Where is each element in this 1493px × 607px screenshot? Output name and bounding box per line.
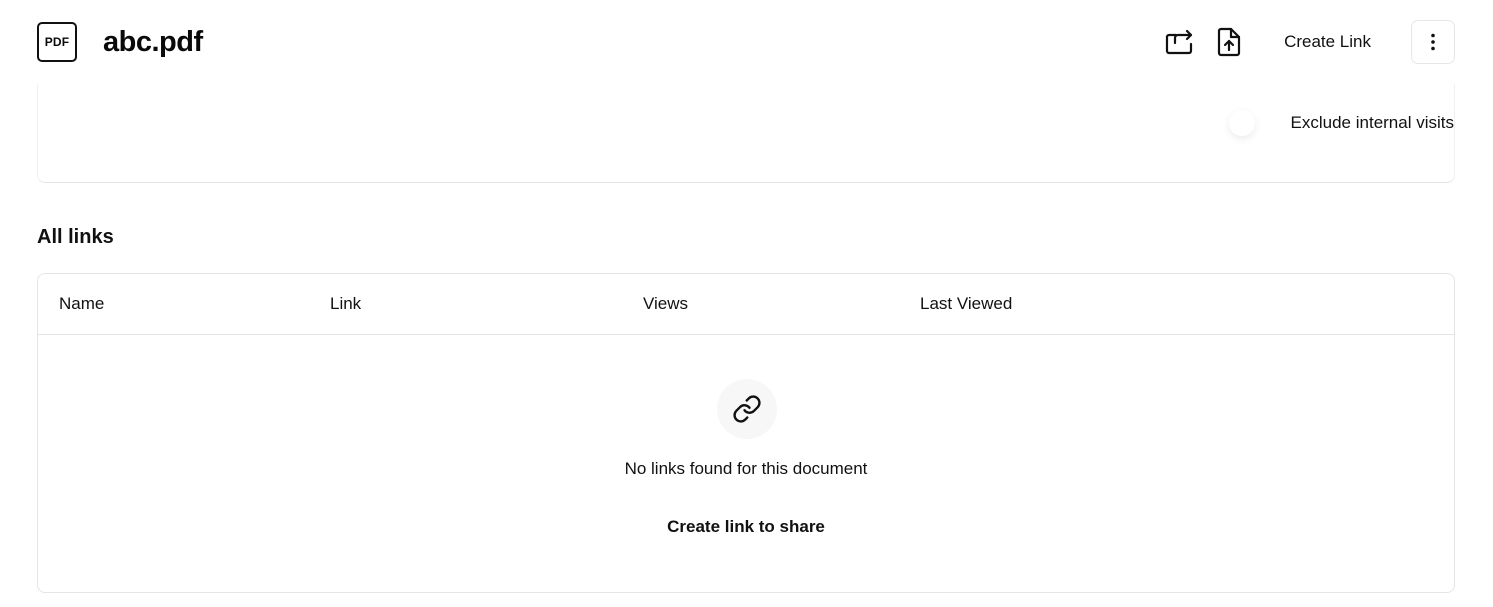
stats-panel: Exclude internal visits [37,84,1455,183]
document-header: PDF abc.pdf Create Link [37,20,1455,64]
arrow-swap-icon[interactable] [1162,25,1196,59]
header-actions: Create Link [1162,20,1455,64]
document-title: abc.pdf [103,25,203,58]
more-vertical-icon [1431,33,1435,51]
empty-state: No links found for this document Create … [38,335,1454,592]
create-link-to-share-button[interactable]: Create link to share [659,513,833,541]
links-table: Name Link Views Last Viewed No links fou… [37,273,1455,593]
column-header-name[interactable]: Name [59,294,104,314]
exclude-internal-label: Exclude internal visits [1290,113,1454,132]
create-link-button[interactable]: Create Link [1284,32,1371,52]
all-links-heading: All links [37,226,114,248]
document-page: PDF abc.pdf Create Link Exclude internal… [0,0,1493,607]
column-header-last-viewed[interactable]: Last Viewed [920,294,1012,314]
more-options-button[interactable] [1411,20,1455,64]
file-upload-icon[interactable] [1212,25,1246,59]
column-header-views[interactable]: Views [643,294,688,314]
exclude-internal-toggle[interactable] [1228,110,1255,136]
column-header-link[interactable]: Link [330,294,361,314]
empty-message: No links found for this document [624,459,868,478]
file-type-label: PDF [44,35,70,49]
exclude-internal-row: Exclude internal visits [1228,110,1454,136]
links-table-header: Name Link Views Last Viewed [38,274,1454,335]
pdf-file-icon: PDF [37,22,77,62]
link-icon [717,379,777,439]
